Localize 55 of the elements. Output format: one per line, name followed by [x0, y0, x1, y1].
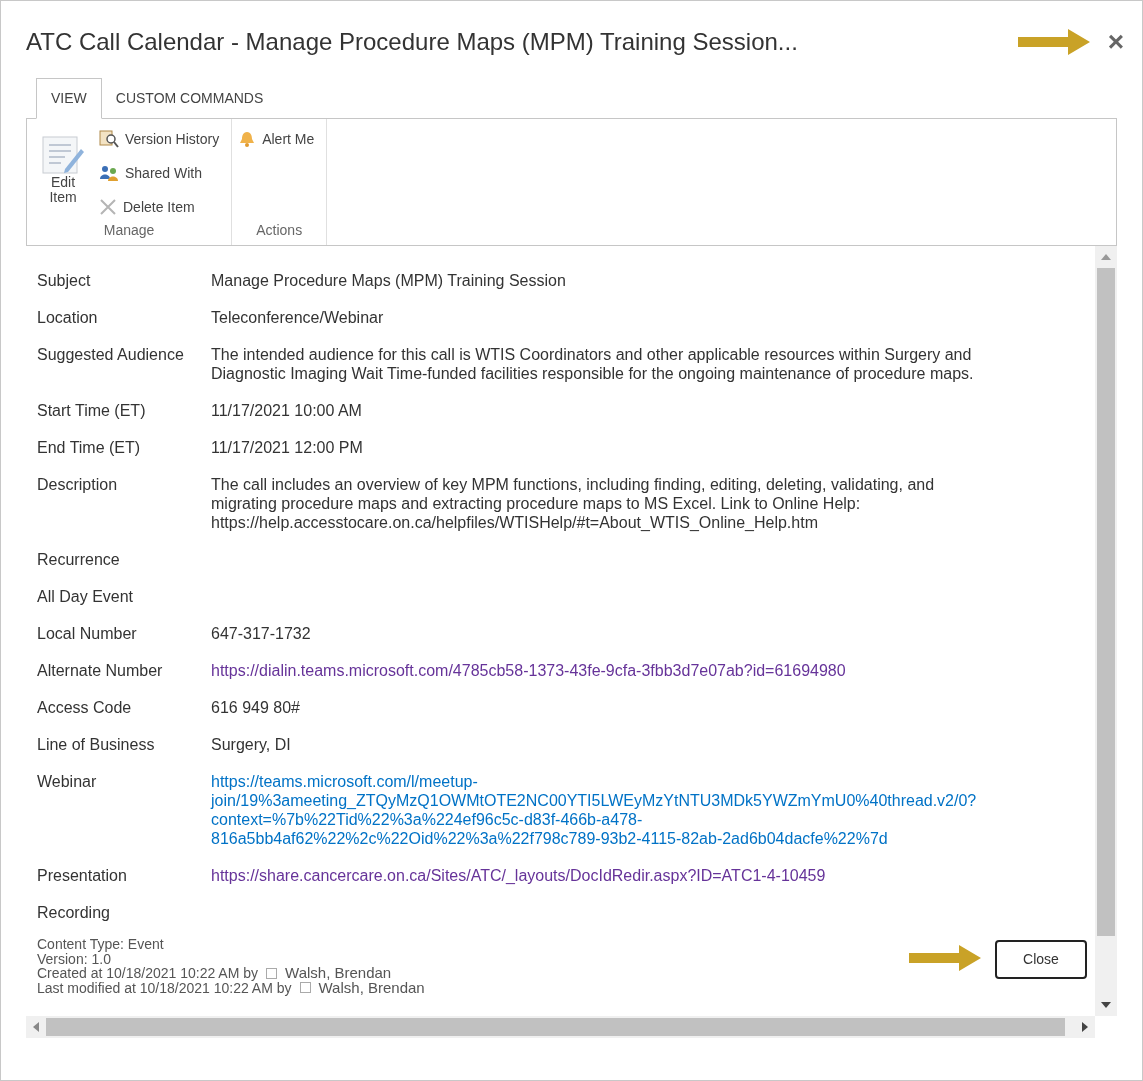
user-link[interactable]: Walsh, Brendan [318, 980, 425, 995]
field-value: The intended audience for this call is WTIS Coordinators and other applicable resources within Surgery and Diagnostic Imaging Wait Time-funded facilities responsible for the ongoing maintenance of procedure maps. [211, 345, 974, 383]
field-label: Subject [37, 271, 92, 290]
ribbon-group-label: Manage [103, 221, 155, 240]
field-label: Webinar [37, 772, 98, 792]
field-label: Presentation [37, 866, 128, 885]
edit-item-button[interactable]: Edit Item [33, 125, 93, 220]
people-icon [99, 164, 119, 182]
field-value: Teleconference/Webinar [211, 308, 384, 327]
field-link[interactable]: https://teams.microsoft.com/l/meetup- join/19%3ameeting_ZTQyMzQ1OWMtOTE2NC00YTI5LWEyMzYtNTU3MDk5YWZmYmU0%40thread.v2/0? context=%7b%22Tid%22%3a%224ef96c5c-d83f-466b-a478- 816a5bb4af62%22%2c%22Oid%22%3a%22f798c789-93b2-4115-82ab-2ad6b04dacfe%22%7d [211, 772, 977, 848]
ribbon-command[interactable]: Alert Me [238, 128, 321, 150]
arrow-icon [1017, 29, 1090, 55]
footer-text: Content Type: Event [37, 937, 164, 952]
ribbon-tab[interactable]: CUSTOM COMMANDS [101, 78, 278, 118]
field-link[interactable]: https://dialin.teams.microsoft.com/4785cb58-1373-43fe-9cfa-3fbb3d7e07ab?id=61694980 [211, 661, 846, 680]
field-label: Access Code [37, 698, 133, 717]
field-label: Local Number [37, 624, 138, 643]
field-value: 11/17/2021 12:00 PM [211, 438, 363, 457]
ribbon-command[interactable]: Delete Item [99, 196, 226, 218]
cross-icon [99, 198, 117, 216]
field-label: Suggested Audience [37, 345, 185, 365]
field-label: Recording [37, 903, 111, 922]
field-label: Start Time (ET) [37, 401, 147, 420]
footer-text: Created at 10/18/2021 10:22 AM by [37, 966, 259, 981]
document-magnifier-icon [99, 130, 119, 148]
field-value: Surgery, DI [211, 735, 291, 754]
field-label: Line of Business [37, 735, 156, 754]
user-presence-icon [266, 967, 278, 979]
window-title: ATC Call Calendar - Manage Procedure Maps (MPM) Training Session... [26, 27, 799, 57]
ribbon-group-label: Actions [256, 221, 303, 240]
footer-text: Last modified at 10/18/2021 10:22 AM by [37, 980, 292, 995]
field-label: Location [37, 308, 99, 327]
ribbon-command[interactable]: Shared With [99, 162, 226, 184]
edit-document-icon [41, 135, 85, 175]
user-link[interactable]: Walsh, Brendan [285, 966, 392, 981]
user-presence-icon [299, 982, 311, 994]
footer-text: Version: 1.0 [37, 951, 111, 966]
field-value: 647-317-1732 [211, 624, 311, 643]
field-value: 616 949 80# [211, 698, 300, 717]
field-label: Alternate Number [37, 661, 164, 680]
field-value: Manage Procedure Maps (MPM) Training Session [211, 271, 566, 290]
field-label: Recurrence [37, 550, 121, 569]
field-label: Description [37, 475, 119, 495]
field-link[interactable]: https://share.cancercare.on.ca/Sites/ATC/_layouts/DocIdRedir.aspx?ID=ATC1-4-10459 [211, 866, 826, 885]
close-button[interactable]: Close [995, 940, 1087, 979]
ribbon-tab[interactable]: VIEW [36, 78, 102, 119]
field-value: 11/17/2021 10:00 AM [211, 401, 362, 420]
field-value: The call includes an overview of key MPM functions, including finding, editing, deleting, validating, and migrating procedure maps and extracting procedure maps to MS Excel. Link to Online Help: https://help.accesstocare.on.ca/helpfiles/WTISHelp/#t=About_WTIS_Online_Help.htm [211, 475, 935, 532]
vertical-scrollbar[interactable] [1095, 246, 1117, 1016]
bell-icon [238, 130, 257, 148]
field-label: All Day Event [37, 587, 135, 606]
arrow-icon [909, 945, 981, 971]
field-label: End Time (ET) [37, 438, 142, 457]
horizontal-scrollbar[interactable] [26, 1016, 1095, 1038]
ribbon-command[interactable]: Version History [99, 128, 226, 150]
